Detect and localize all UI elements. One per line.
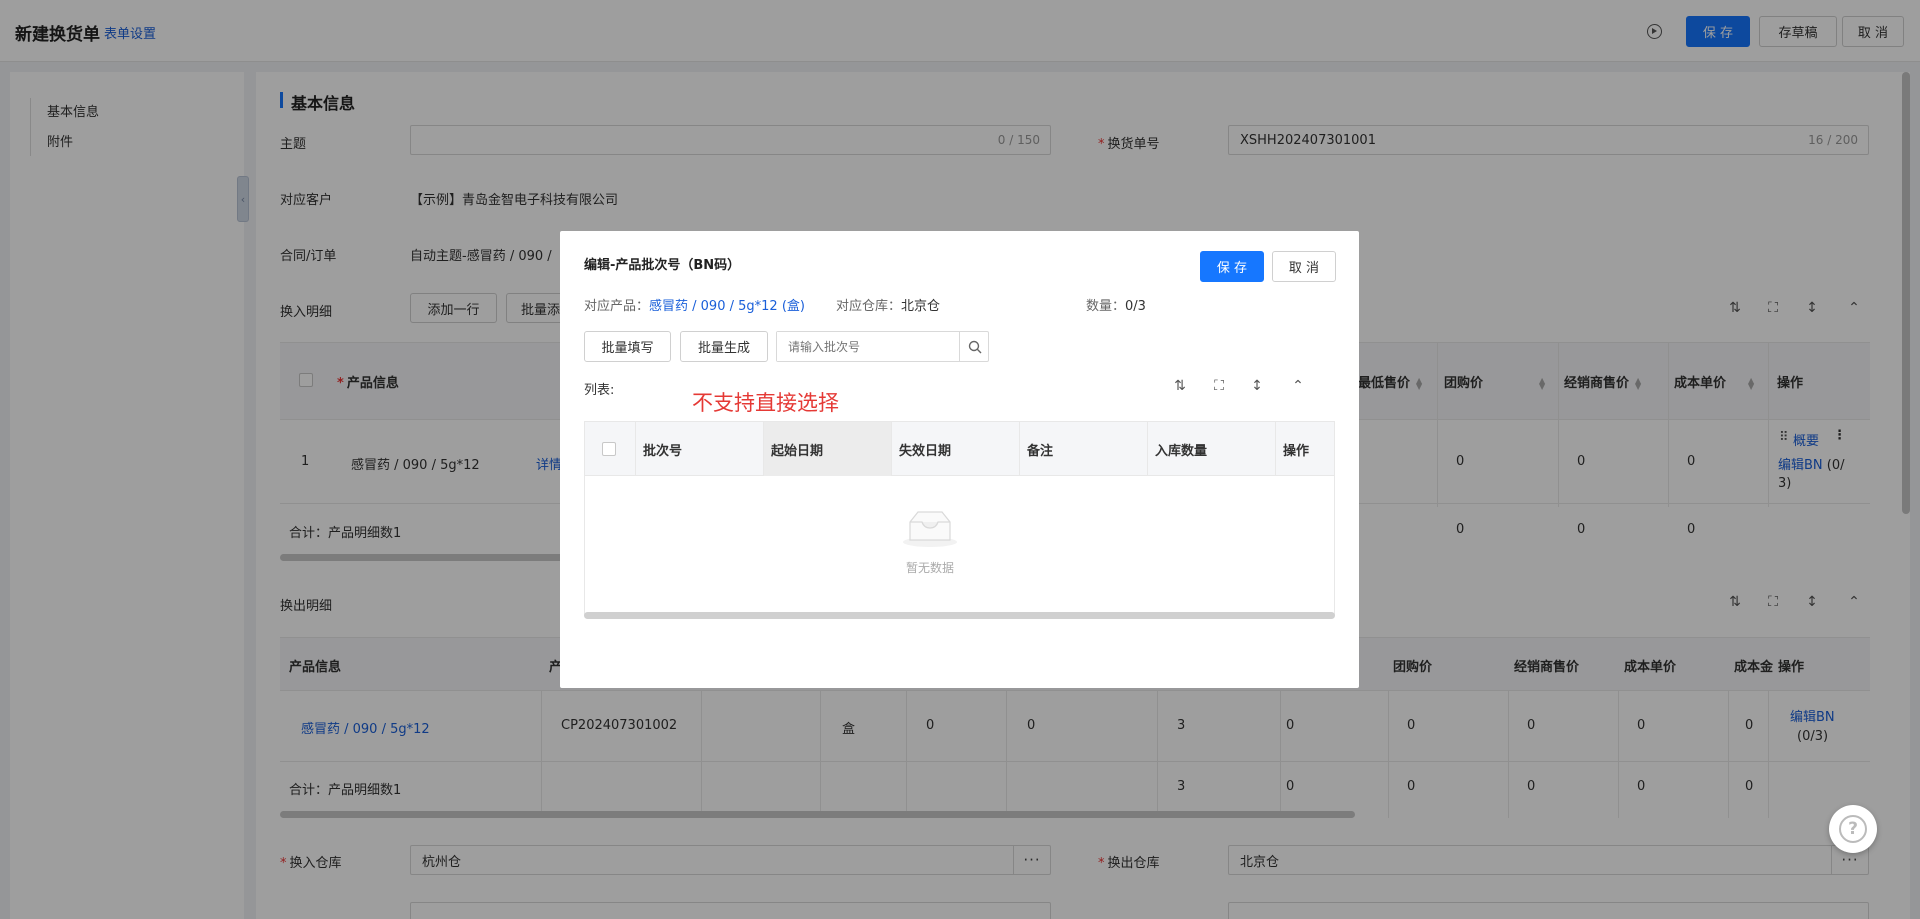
empty-text: 暂无数据 <box>905 561 954 575</box>
modal-qty-info: 数量：0/3 <box>1086 299 1146 314</box>
fullscreen-icon[interactable]: ⛶ <box>1210 377 1228 395</box>
modal-product-info: 对应产品：感冒药 / 090 / 5g*12 (盒) <box>584 299 805 314</box>
col-divider <box>635 422 636 476</box>
batch-table-header <box>585 422 1334 476</box>
empty-inbox-icon <box>903 511 957 547</box>
batch-search-input[interactable] <box>777 332 959 361</box>
col-expire-date[interactable]: 失效日期 <box>899 440 951 459</box>
question-icon: ? <box>1839 815 1867 843</box>
batch-table-scrollbar[interactable] <box>584 612 1335 619</box>
modal-save-button[interactable]: 保 存 <box>1200 251 1264 282</box>
edit-bn-modal: 编辑-产品批次号（BN码） 保 存 取 消 对应产品：感冒药 / 090 / 5… <box>560 231 1359 688</box>
col-start-date[interactable]: 起始日期 <box>771 440 823 459</box>
modal-product-link[interactable]: 感冒药 / 090 / 5g*12 (盒) <box>649 299 805 314</box>
col-in-qty[interactable]: 入库数量 <box>1155 440 1207 459</box>
col-action: 操作 <box>1283 444 1310 459</box>
modal-cancel-button[interactable]: 取 消 <box>1272 251 1336 282</box>
col-remark[interactable]: 备注 <box>1027 440 1053 459</box>
batch-fill-button[interactable]: 批量填写 <box>584 331 671 362</box>
col-batch-no[interactable]: 批次号 <box>643 440 682 459</box>
col-divider <box>1147 422 1148 476</box>
col-divider <box>1275 422 1276 476</box>
col-divider <box>1019 422 1020 476</box>
col-divider <box>763 422 764 476</box>
batch-select-all-checkbox[interactable] <box>602 442 616 456</box>
collapse-up-icon[interactable]: ⌃ <box>1289 377 1307 395</box>
list-label: 列表: <box>584 383 615 398</box>
unsupported-note: 不支持直接选择 <box>692 391 839 415</box>
modal-title: 编辑-产品批次号（BN码） <box>584 258 741 273</box>
help-button[interactable]: ? <box>1829 805 1877 853</box>
modal-warehouse-info: 对应仓库：北京仓 <box>836 299 941 314</box>
expand-vertical-icon[interactable]: ↕ <box>1248 377 1266 395</box>
batch-generate-button[interactable]: 批量生成 <box>680 331 768 362</box>
batch-search-box <box>776 331 989 362</box>
row-height-icon[interactable]: ⇅ <box>1171 377 1189 395</box>
search-icon[interactable] <box>959 332 989 361</box>
col-divider <box>891 422 892 476</box>
